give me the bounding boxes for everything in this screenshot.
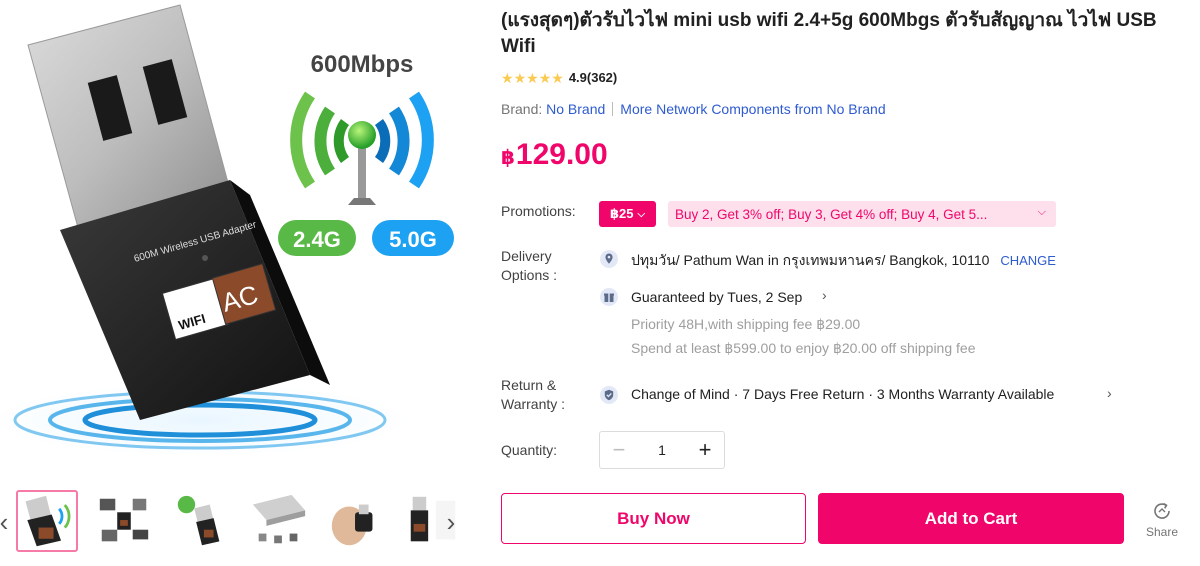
shield-check-icon bbox=[599, 385, 619, 405]
share-button[interactable]: Share bbox=[1141, 500, 1183, 539]
price-value: 129.00 bbox=[515, 138, 608, 171]
delivery-location: ปทุมวัน/ Pathum Wan in กรุงเทพมหานคร/ Ba… bbox=[631, 250, 1056, 272]
star-rating: ★ ★ ★ ★ ★ bbox=[501, 71, 564, 85]
promotion-offer-text: Buy 2, Get 3% off; Buy 3, Get 4% off; Bu… bbox=[675, 206, 988, 222]
brand-divider bbox=[612, 102, 614, 116]
quantity-value[interactable]: 1 bbox=[638, 442, 686, 458]
voucher-button[interactable]: ฿25 ⌵ bbox=[599, 201, 656, 227]
delivery-label: Delivery Options : bbox=[501, 248, 558, 283]
promotion-offer-dropdown[interactable]: Buy 2, Get 3% off; Buy 3, Get 4% off; Bu… bbox=[668, 201, 1056, 227]
star-icon: ★ bbox=[501, 69, 514, 86]
gift-box-icon bbox=[599, 287, 619, 307]
thumbnail-strip: ‹ › bbox=[0, 486, 470, 558]
thumbnail-5[interactable] bbox=[325, 490, 387, 552]
promotions-label: Promotions: bbox=[501, 203, 576, 219]
minus-icon[interactable]: − bbox=[600, 432, 638, 468]
buy-now-button[interactable]: Buy Now bbox=[501, 493, 806, 544]
delivery-guarantee[interactable]: Guaranteed by Tues, 2 Sep bbox=[631, 289, 802, 305]
chevron-down-icon: ⌵ bbox=[637, 208, 646, 220]
brand-link[interactable]: No Brand bbox=[546, 101, 605, 117]
product-main-image[interactable]: 600M Wireless USB Adapter WIFI AC 600Mbp… bbox=[0, 0, 462, 470]
chevron-right-icon[interactable]: › bbox=[444, 502, 458, 542]
share-label: Share bbox=[1145, 525, 1179, 539]
add-to-cart-button[interactable]: Add to Cart bbox=[818, 493, 1124, 544]
plus-icon[interactable]: + bbox=[686, 432, 724, 468]
star-icon: ★ bbox=[513, 69, 527, 86]
thumbnail-2[interactable] bbox=[93, 490, 155, 552]
delivery-spend-offer: Spend at least ฿599.00 to enjoy ฿20.00 o… bbox=[631, 340, 976, 356]
brand-row: Brand: No Brand More Network Components … bbox=[501, 101, 886, 117]
voucher-amount: ฿25 bbox=[609, 206, 634, 221]
return-warranty-text[interactable]: Change of Mind · 7 Days Free Return · 3 … bbox=[631, 386, 1054, 402]
hero-speed: 600Mbps bbox=[311, 51, 414, 78]
star-icon: ★ bbox=[526, 69, 539, 86]
more-from-brand-link[interactable]: More Network Components from No Brand bbox=[620, 101, 885, 117]
quantity-label: Quantity: bbox=[501, 442, 558, 458]
star-icon: ★ bbox=[551, 69, 564, 86]
chevron-down-icon: ⌵ bbox=[1037, 206, 1046, 218]
band-b-label: 5.0G bbox=[389, 227, 437, 252]
location-pin-icon bbox=[599, 249, 619, 269]
chevron-right-icon[interactable]: › bbox=[822, 287, 827, 303]
delivery-location-text: ปทุมวัน/ Pathum Wan in กรุงเทพมหานคร/ Ba… bbox=[631, 252, 990, 268]
delivery-priority: Priority 48H,with shipping fee ฿29.00 bbox=[631, 316, 861, 332]
band-a-label: 2.4G bbox=[293, 227, 341, 252]
brand-label: Brand: bbox=[501, 101, 543, 117]
price-currency: ฿ bbox=[501, 147, 515, 169]
chevron-right-icon[interactable]: › bbox=[1107, 385, 1112, 401]
chevron-left-icon[interactable]: ‹ bbox=[0, 502, 11, 542]
share-icon bbox=[1154, 502, 1170, 519]
rating-text: 4.9(362) bbox=[568, 70, 618, 85]
change-location-link[interactable]: CHANGE bbox=[1000, 253, 1056, 268]
quantity-stepper: − 1 + bbox=[599, 431, 725, 469]
product-price: ฿ 129.00 bbox=[501, 138, 608, 172]
thumbnail-4[interactable] bbox=[248, 490, 310, 552]
thumbnail-3[interactable] bbox=[170, 490, 232, 552]
return-warranty-label: Return & Warranty : bbox=[501, 377, 566, 412]
rating-summary[interactable]: ★ ★ ★ ★ ★ 4.9(362) bbox=[501, 70, 617, 85]
thumbnail-1[interactable] bbox=[16, 490, 78, 552]
star-icon: ★ bbox=[538, 69, 552, 86]
product-title: (แรงสุดๆ)ตัวรับไวไฟ mini usb wifi 2.4+5g… bbox=[501, 10, 1157, 57]
